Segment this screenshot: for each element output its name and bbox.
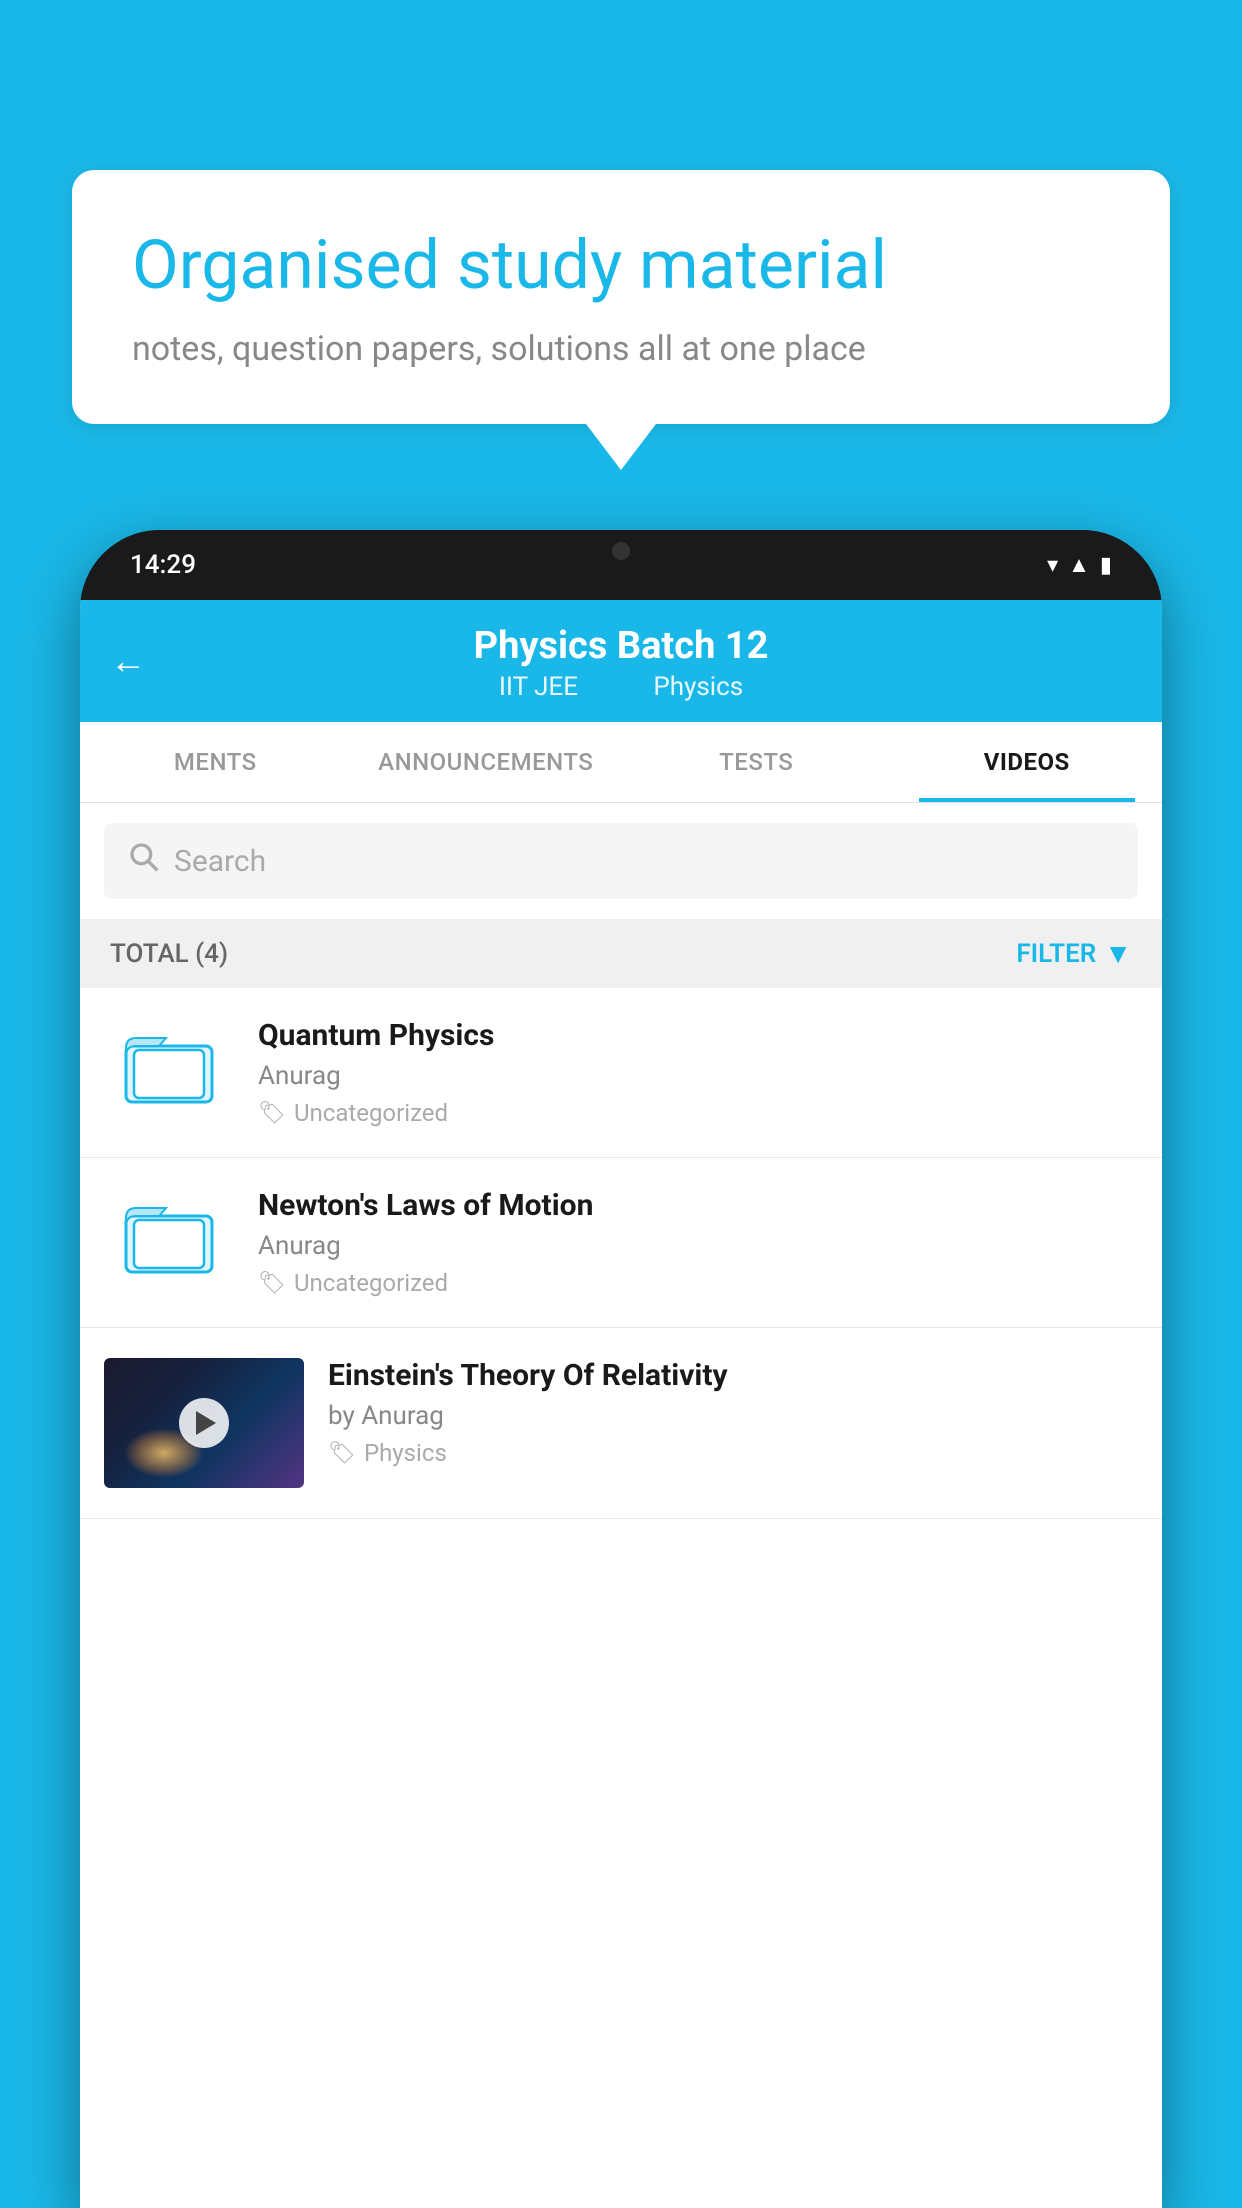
subtitle-sep: [612, 672, 625, 702]
phone-notch: [551, 530, 691, 572]
bubble-subtitle: notes, question papers, solutions all at…: [132, 329, 1110, 369]
video-tag-2: 🏷 Uncategorized: [258, 1269, 1138, 1297]
tab-videos[interactable]: VIDEOS: [892, 722, 1163, 802]
wifi-icon: ▾: [1047, 553, 1058, 578]
phone-screen: ← Physics Batch 12 IIT JEE Physics MENTS…: [80, 600, 1162, 2208]
list-item[interactable]: Einstein's Theory Of Relativity by Anura…: [80, 1328, 1162, 1519]
filter-label: FILTER: [1016, 939, 1096, 969]
item-info-1: Quantum Physics Anurag 🏷 Uncategorized: [258, 1018, 1138, 1127]
list-item[interactable]: Newton's Laws of Motion Anurag 🏷 Uncateg…: [80, 1158, 1162, 1328]
item-thumbnail-2: [104, 1188, 234, 1288]
video-title-1: Quantum Physics: [258, 1018, 1138, 1053]
video-tag-3: 🏷 Physics: [328, 1439, 1138, 1467]
header-title: Physics Batch 12: [110, 624, 1132, 668]
tag-label-2: Uncategorized: [294, 1269, 448, 1297]
tab-bar: MENTS ANNOUNCEMENTS TESTS VIDEOS: [80, 722, 1162, 803]
filter-bar: TOTAL (4) FILTER ▼: [80, 919, 1162, 988]
camera: [612, 542, 630, 560]
app-header: ← Physics Batch 12 IIT JEE Physics: [80, 600, 1162, 722]
tab-tests[interactable]: TESTS: [621, 722, 892, 802]
tab-announcements[interactable]: ANNOUNCEMENTS: [351, 722, 622, 802]
play-button[interactable]: [179, 1398, 229, 1448]
header-subtitle: IIT JEE Physics: [110, 672, 1132, 702]
subtitle-iitjee: IIT JEE: [499, 672, 578, 702]
video-tag-1: 🏷 Uncategorized: [258, 1099, 1138, 1127]
item-info-2: Newton's Laws of Motion Anurag 🏷 Uncateg…: [258, 1188, 1138, 1297]
item-thumbnail-1: [104, 1018, 234, 1118]
tag-icon-2: 🏷: [258, 1271, 286, 1296]
status-bar: 14:29 ▾ ▲ ▮: [80, 530, 1162, 600]
search-icon: [128, 841, 160, 881]
video-list: Quantum Physics Anurag 🏷 Uncategorized: [80, 988, 1162, 1519]
tag-label-3: Physics: [364, 1439, 447, 1467]
tab-ments[interactable]: MENTS: [80, 722, 351, 802]
phone-frame: 14:29 ▾ ▲ ▮ ← Physics Batch 12 IIT JEE P…: [80, 530, 1162, 2208]
item-thumbnail-3: [104, 1358, 304, 1488]
battery-icon: ▮: [1100, 553, 1112, 578]
video-author-2: Anurag: [258, 1231, 1138, 1261]
video-title-2: Newton's Laws of Motion: [258, 1188, 1138, 1223]
filter-icon: ▼: [1104, 937, 1132, 970]
tag-label-1: Uncategorized: [294, 1099, 448, 1127]
play-icon: [196, 1411, 216, 1435]
status-time: 14:29: [130, 550, 196, 580]
bubble-title: Organised study material: [132, 225, 1110, 307]
back-button[interactable]: ←: [110, 640, 146, 682]
subtitle-physics: Physics: [653, 672, 743, 702]
video-author-1: Anurag: [258, 1061, 1138, 1091]
tag-icon-3: 🏷: [328, 1441, 356, 1466]
speech-bubble: Organised study material notes, question…: [72, 170, 1170, 424]
total-count: TOTAL (4): [110, 939, 228, 969]
search-bar[interactable]: Search: [104, 823, 1138, 899]
status-icons: ▾ ▲ ▮: [1047, 552, 1112, 578]
tag-icon-1: 🏷: [258, 1101, 286, 1126]
item-info-3: Einstein's Theory Of Relativity by Anura…: [328, 1358, 1138, 1467]
list-item[interactable]: Quantum Physics Anurag 🏷 Uncategorized: [80, 988, 1162, 1158]
signal-icon: ▲: [1068, 552, 1090, 578]
filter-button[interactable]: FILTER ▼: [1016, 937, 1132, 970]
video-author-3: by Anurag: [328, 1401, 1138, 1431]
search-placeholder: Search: [174, 844, 266, 879]
video-title-3: Einstein's Theory Of Relativity: [328, 1358, 1138, 1393]
